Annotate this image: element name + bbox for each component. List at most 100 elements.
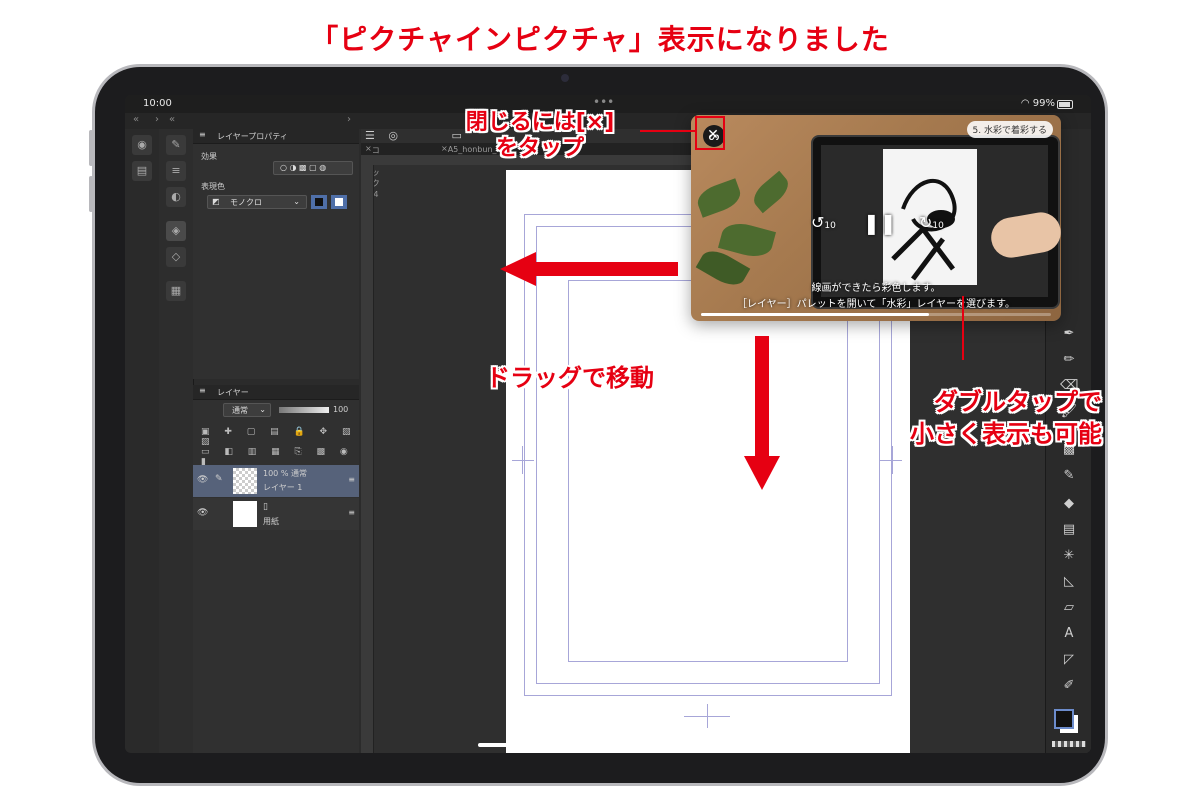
effect-label: 効果 — [201, 152, 217, 161]
register-mark — [880, 460, 902, 461]
layer-property-title: レイヤープロパティ — [217, 132, 288, 141]
video-progress[interactable] — [701, 313, 1051, 316]
layer-stack-icon[interactable]: ◇ — [166, 247, 186, 267]
status-time: 10:00 — [143, 98, 172, 109]
collapse-left-icon[interactable]: « — [133, 114, 139, 125]
fill-tool-icon[interactable]: ◆ — [1060, 495, 1078, 513]
tab-comic4[interactable]: × コミック４ — [365, 144, 380, 199]
skip-forward-icon[interactable]: ↻10 — [919, 213, 944, 232]
pencil-tool-icon[interactable]: ✏ — [1060, 351, 1078, 369]
drag-handle-icon[interactable]: ≡ — [348, 508, 355, 517]
app-logo-icon[interactable]: ◎ — [388, 129, 398, 142]
layer-property-header: ≡ レイヤープロパティ — [193, 129, 359, 144]
pen-settings-icon[interactable]: ✎ — [166, 135, 186, 155]
plant-leaf — [693, 178, 745, 218]
chevron-right-icon[interactable]: › — [347, 114, 351, 125]
color-swatch-white[interactable] — [331, 195, 347, 209]
eye-icon[interactable]: 👁 — [197, 508, 208, 518]
volume-button — [89, 130, 93, 166]
balloon-tool-icon[interactable]: ◸ — [1060, 651, 1078, 669]
plant-leaf — [748, 170, 794, 214]
front-camera — [561, 74, 569, 82]
layer-panel-title: レイヤー — [217, 388, 249, 397]
burst-tool-icon[interactable]: ✳ — [1060, 547, 1078, 565]
video-caption-1: 線画ができたら彩色します。 — [811, 283, 941, 294]
marker-tool-icon[interactable]: ✎ — [1060, 467, 1078, 485]
menu-icon[interactable]: ≡ — [199, 130, 206, 139]
chapter-badge: 5. 水彩で着彩する — [966, 121, 1053, 138]
pen-icon: ✎ — [215, 474, 223, 484]
register-mark — [892, 446, 893, 474]
layer-property-panel: ≡ レイヤープロパティ 効果 ○ ◑ ▩ ▢ ◍ 表現色 ◩ モノクロ ⌄ — [193, 129, 359, 379]
close-annotation: 閉じるには[×] をタップ — [465, 110, 615, 161]
volume-button — [89, 176, 93, 212]
safe-guide — [568, 280, 848, 662]
figure-tool-icon[interactable]: ◺ — [1060, 573, 1078, 591]
double-tap-callout-line — [962, 296, 964, 360]
effect-buttons[interactable]: ○ ◑ ▩ ▢ ◍ — [273, 161, 353, 175]
pause-icon[interactable]: ❚❚ — [863, 211, 897, 235]
chevron-down-icon: ⌄ — [293, 197, 300, 206]
eye-icon[interactable]: 👁 — [197, 475, 208, 485]
left-toolstrip: ◉ ▤ — [125, 129, 160, 753]
multitask-dots-icon[interactable]: ••• — [593, 95, 614, 109]
headline: 「ピクチャインピクチャ」表示になりました — [310, 23, 890, 56]
battery-icon — [1057, 100, 1073, 109]
video-caption-2: ［レイヤー］パレットを開いて「水彩」レイヤーを選びます。 — [736, 299, 1016, 310]
expand-icon[interactable]: « — [169, 114, 175, 125]
pip-window[interactable]: ᔕ ✕ 5. 水彩で着彩する ↺10 ❚❚ ↻10 線画ができたら彩色します。 … — [691, 115, 1061, 321]
layer-tool-row-2[interactable]: ▭ ◧ ▥ ▦ ⎘ ▩ ◉ ▮ — [201, 447, 359, 467]
register-mark — [522, 446, 523, 474]
register-mark — [512, 460, 534, 461]
material-icon[interactable]: ▦ — [166, 281, 186, 301]
register-mark — [707, 704, 708, 728]
transparent-color-swatch[interactable] — [1052, 741, 1086, 747]
frame-tool-icon[interactable]: ▱ — [1060, 599, 1078, 617]
drag-annotation: ドラッグで移動 — [486, 364, 654, 392]
expression-color-select[interactable]: ◩ モノクロ ⌄ — [207, 195, 307, 209]
drag-handle-icon[interactable]: ≡ — [348, 475, 355, 484]
filmstrip-icon[interactable]: ▤ — [132, 161, 152, 181]
vertical-ruler — [361, 155, 374, 753]
opacity-slider[interactable] — [279, 407, 329, 413]
text-tool-icon[interactable]: A — [1060, 625, 1078, 643]
status-right: ◠ 99% — [1021, 98, 1055, 109]
sliders-icon[interactable]: ≡ — [166, 161, 186, 181]
drag-arrow-down — [755, 336, 769, 460]
arrow-head-down-icon — [744, 456, 780, 490]
layer-panel: ≡ レイヤー 通常 ⌄ 100 ▣ ✚ ▢ ▤ 🔒 ✥ ▧ ▨ ▭ ◧ ▥ ▦ … — [193, 385, 359, 753]
layer-property-icon[interactable]: ◈ — [166, 221, 186, 241]
monochrome-icon: ◩ — [212, 197, 220, 206]
video-progress-fill — [701, 313, 929, 316]
sub-tool-icon[interactable]: ◐ — [166, 187, 186, 207]
blend-mode-select[interactable]: 通常 ⌄ — [223, 403, 271, 417]
navigator-icon[interactable]: ◉ — [132, 135, 152, 155]
left-toolstrip-2: ✎ ≡ ◐ ◈ ◇ ▦ — [159, 129, 194, 753]
skip-back-icon[interactable]: ↺10 — [811, 213, 836, 232]
expression-color-label: 表現色 — [201, 182, 225, 191]
pen-tool-icon[interactable]: ✒ — [1060, 325, 1078, 343]
drag-arrow-left — [530, 262, 678, 276]
color-swatch-black[interactable] — [311, 195, 327, 209]
layer-thumbnail — [233, 468, 257, 494]
close-callout-line — [640, 130, 695, 132]
close-highlight-box — [695, 116, 725, 150]
layer-thumbnail — [233, 501, 257, 527]
double-tap-annotation: ダブルタップで 小さく表示も可能 — [910, 388, 1102, 448]
home-indicator[interactable] — [478, 743, 724, 747]
foreground-color-swatch[interactable] — [1054, 709, 1074, 729]
layer-row[interactable]: 👁 ▯ 用紙 ≡ — [193, 498, 359, 530]
opacity-value: 100 — [333, 405, 349, 414]
layer-tool-row-1[interactable]: ▣ ✚ ▢ ▤ 🔒 ✥ ▧ ▨ — [201, 427, 359, 447]
layer-row[interactable]: 👁 ✎ 100 % 通常 レイヤー 1 ≡ — [193, 465, 359, 497]
chevron-left-icon[interactable]: › — [155, 114, 159, 125]
chevron-down-icon: ⌄ — [259, 405, 266, 414]
battery-label: 99% — [1032, 98, 1055, 109]
menu-icon[interactable]: ≡ — [199, 386, 206, 395]
correction-tool-icon[interactable]: ✐ — [1060, 677, 1078, 695]
paper-icon: ▯ — [263, 502, 268, 512]
wifi-icon: ◠ — [1020, 98, 1030, 109]
gradient-tool-icon[interactable]: ▤ — [1060, 521, 1078, 539]
menu-icon[interactable]: ☰ — [365, 129, 375, 142]
layer-panel-header: ≡ レイヤー — [193, 385, 359, 400]
